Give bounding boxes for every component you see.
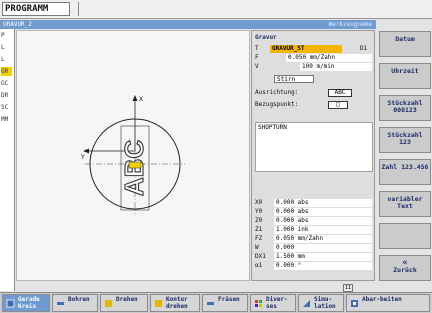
softkey-simulation[interactable]: Simu-lation: [298, 294, 344, 312]
softkey-count[interactable]: Stückzahl 123: [379, 127, 431, 153]
softkey-variable-text[interactable]: variabler Text: [379, 191, 431, 217]
mill-icon: [206, 299, 215, 308]
header-divider: [78, 2, 79, 16]
status-left-text: GRAVUR_2: [3, 21, 32, 28]
tool-item[interactable]: L: [1, 43, 12, 52]
softkey-back-label: Zurück: [393, 266, 417, 274]
softkey-number[interactable]: Zahl 123.456: [379, 159, 431, 185]
f-label: F: [255, 54, 259, 61]
z0-label: Z0: [255, 217, 263, 224]
dx1-field[interactable]: 1.500 mm: [274, 253, 372, 261]
t-d-label: D1: [360, 45, 368, 52]
tool-field[interactable]: GRAVUR_ST: [270, 45, 342, 53]
dx1-label: DX1: [255, 253, 266, 260]
softkey-date[interactable]: Datum: [379, 31, 431, 57]
tool-list: P L L GR GC DR SC MM: [0, 29, 15, 291]
drill-icon: [56, 299, 65, 308]
softkey-mill[interactable]: Fräsen: [202, 294, 248, 312]
align-field[interactable]: ABC: [328, 89, 352, 97]
softkey-contour-turn[interactable]: Kontur drehen: [150, 294, 200, 312]
workpiece-graphic: ABC X Y: [80, 95, 185, 214]
softkey-misc[interactable]: Diver-ses: [250, 294, 296, 312]
w-label: W: [255, 244, 259, 251]
y-axis-label: Y: [80, 154, 85, 161]
softkey-back[interactable]: « Zurück: [379, 255, 431, 281]
w-field[interactable]: 0.000: [274, 244, 372, 252]
feed-field[interactable]: 0.050 mm/Zahn: [286, 54, 372, 62]
tool-item[interactable]: SC: [1, 103, 12, 112]
line-circle-icon: [6, 299, 15, 308]
softkey-drill[interactable]: Bohren: [52, 294, 98, 312]
simulation-icon: [302, 299, 311, 308]
program-title: PROGRAMM: [2, 2, 70, 16]
speed-field[interactable]: 100 m/min: [300, 63, 372, 71]
tool-item[interactable]: DR: [1, 91, 12, 100]
y0-field[interactable]: 0.000 abs: [274, 208, 372, 216]
tool-item[interactable]: L: [1, 55, 12, 64]
x-axis-label: X: [139, 96, 143, 103]
bottom-softkeys: Gerade Kreis Bohren Drehen Kontur drehen…: [0, 292, 432, 313]
engrave-text-value: SHOPTURN: [258, 124, 287, 131]
z1-label: Z1: [255, 226, 263, 233]
top-bar: PROGRAMM: [0, 0, 432, 19]
softkey-line-circle-label: Gerade Kreis: [18, 296, 40, 310]
x0-field[interactable]: 0.000 abs: [274, 199, 372, 207]
softkey-mill-label: Fräsen: [218, 296, 240, 303]
tool-item[interactable]: P: [1, 31, 12, 40]
a1-field[interactable]: 0.000 °: [274, 262, 372, 270]
vertical-softkeys: Datum Uhrzeit Stückzahl 000123 Stückzahl…: [377, 29, 432, 293]
softkey-empty[interactable]: [379, 223, 431, 249]
softkey-misc-label: Diver-ses: [266, 296, 288, 310]
z0-field[interactable]: 0.000 abs: [274, 217, 372, 225]
tool-item[interactable]: GC: [1, 79, 12, 88]
y0-label: Y0: [255, 208, 263, 215]
softkey-execute-label: Abar-beiten: [362, 296, 402, 303]
tool-item[interactable]: MM: [1, 115, 12, 124]
fz-field[interactable]: 0.050 mm/Zahn: [274, 235, 372, 243]
page-indicator: 11: [343, 284, 353, 292]
align-label: Ausrichtung:: [255, 89, 299, 96]
softkey-simulation-label: Simu-lation: [314, 296, 336, 310]
tool-item-selected[interactable]: GR: [1, 67, 12, 76]
softkey-drill-label: Bohren: [68, 296, 90, 303]
contour-turn-icon: [154, 299, 163, 308]
misc-icon: [254, 299, 263, 308]
fz-label: FZ: [255, 235, 263, 242]
panel-title: Gravur: [255, 34, 277, 41]
cnc-screen: PROGRAMM GRAVUR_2 Werkzeugname P L L GR …: [0, 0, 432, 313]
z1-field[interactable]: 1.000 ink: [274, 226, 372, 234]
ref-label: Bezugspunkt:: [255, 101, 299, 108]
status-bar: GRAVUR_2 Werkzeugname: [0, 20, 376, 29]
softkey-count-padded[interactable]: Stückzahl 000123: [379, 95, 431, 121]
ref-field[interactable]: □: [328, 101, 348, 109]
execute-icon: [350, 299, 359, 308]
softkey-execute[interactable]: Abar-beiten: [346, 294, 430, 312]
softkey-time[interactable]: Uhrzeit: [379, 63, 431, 89]
x0-label: X0: [255, 199, 263, 206]
engrave-text-field[interactable]: SHOPTURN: [255, 122, 373, 172]
softkey-contour-turn-label: Kontur drehen: [166, 296, 188, 310]
turn-icon: [104, 299, 113, 308]
t-label: T: [255, 45, 259, 52]
face-select[interactable]: Stirn: [274, 75, 314, 83]
softkey-turn[interactable]: Drehen: [100, 294, 148, 312]
softkey-turn-label: Drehen: [116, 296, 138, 303]
a1-label: α1: [255, 262, 263, 269]
graphic-view: ABC X Y: [16, 30, 250, 281]
parameter-panel: Gravur T GRAVUR_ST D1 F 0.050 mm/Zahn V …: [251, 30, 375, 281]
v-label: V: [255, 63, 259, 70]
softkey-line-circle[interactable]: Gerade Kreis: [2, 294, 50, 312]
status-right-text: Werkzeugname: [328, 21, 372, 28]
